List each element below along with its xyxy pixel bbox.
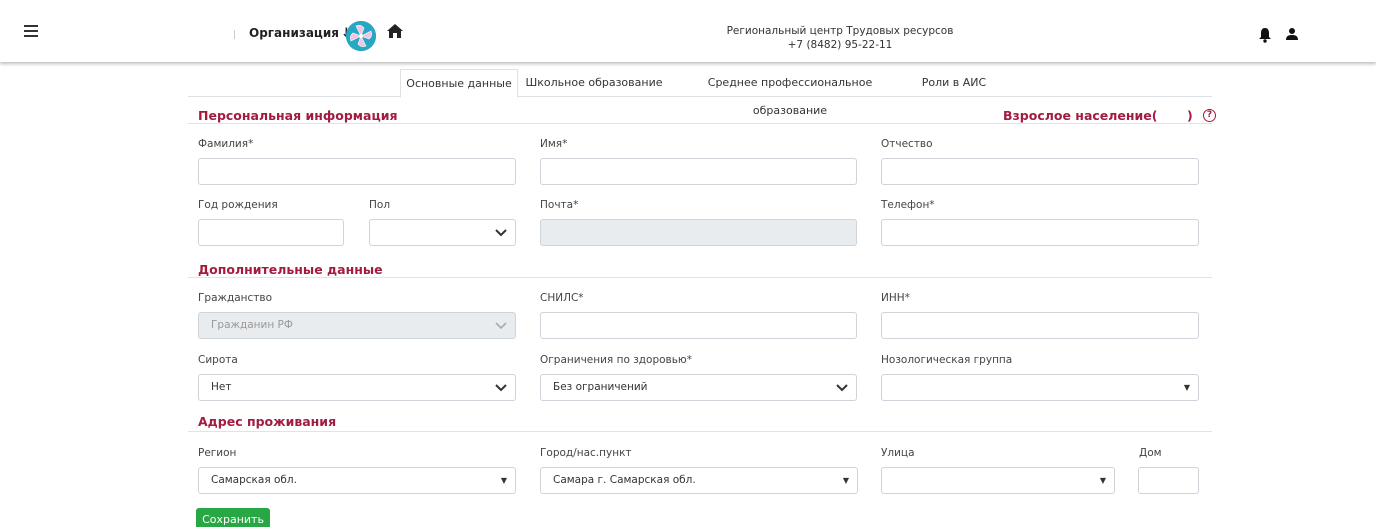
user-icon[interactable]: [1286, 27, 1298, 41]
health-select[interactable]: Без ограничений: [540, 374, 857, 401]
birth-year-label: Год рождения: [198, 199, 278, 211]
first-name-input[interactable]: [540, 158, 857, 185]
street-label: Улица: [881, 447, 915, 459]
save-button[interactable]: Сохранить: [196, 508, 270, 527]
street-select[interactable]: ▼: [881, 467, 1115, 494]
birth-year-input[interactable]: [198, 219, 344, 246]
nosology-select[interactable]: ▼: [881, 374, 1199, 401]
phone-input[interactable]: [881, 219, 1199, 246]
caret-down-icon: ▼: [842, 476, 849, 485]
middle-name-label: Отчество: [881, 138, 933, 150]
tab-school-education[interactable]: Школьное образование: [524, 69, 664, 97]
email-label: Почта*: [540, 199, 579, 211]
citizenship-select[interactable]: Гражданин РФ: [198, 312, 516, 339]
help-icon[interactable]: ?: [1203, 109, 1216, 122]
city-select[interactable]: Самара г. Самарская обл. ▼: [540, 467, 858, 494]
caret-down-icon: ▼: [500, 476, 507, 485]
home-icon[interactable]: [386, 23, 404, 39]
health-value: Без ограничений: [553, 381, 648, 393]
logo-icon[interactable]: [346, 21, 376, 51]
inn-label: ИНН*: [881, 292, 910, 304]
snils-label: СНИЛС*: [540, 292, 584, 304]
email-input[interactable]: [540, 219, 857, 246]
house-input[interactable]: [1138, 467, 1199, 494]
gender-select[interactable]: [369, 219, 516, 246]
organization-label: Организация: [249, 26, 339, 40]
middle-name-input[interactable]: [881, 158, 1199, 185]
first-name-label: Имя*: [540, 138, 568, 150]
menu-icon[interactable]: [24, 25, 38, 37]
region-label: Регион: [198, 447, 237, 459]
organization-phone: +7 (8482) 95-22-11: [787, 39, 893, 51]
bell-icon[interactable]: [1258, 27, 1272, 43]
caret-down-icon: ▼: [1183, 383, 1190, 392]
nosology-label: Нозологическая группа: [881, 354, 1013, 366]
house-label: Дом: [1139, 447, 1162, 459]
top-bar: Организация↓ Региональный центр Трудовых…: [0, 0, 1376, 62]
chevron-down-icon: [495, 322, 507, 330]
orphan-label: Сирота: [198, 354, 238, 366]
inn-input[interactable]: [881, 312, 1199, 339]
chevron-down-icon: [495, 229, 507, 237]
orphan-value: Нет: [211, 381, 232, 393]
region-select[interactable]: Самарская обл. ▼: [198, 467, 516, 494]
gender-label: Пол: [369, 199, 391, 211]
region-value: Самарская обл.: [211, 474, 297, 486]
city-value: Самара г. Самарская обл.: [553, 474, 696, 486]
divider: [188, 123, 1212, 124]
organization-info: Региональный центр Трудовых ресурсов +7 …: [600, 24, 1080, 52]
phone-label: Телефон*: [881, 199, 935, 211]
tab-bar: Основные данные Школьное образование Сре…: [188, 69, 1212, 117]
chevron-down-icon: [836, 384, 848, 392]
divider: [234, 30, 235, 39]
health-label: Ограничения по здоровью*: [540, 354, 693, 366]
orphan-select[interactable]: Нет: [198, 374, 516, 401]
snils-input[interactable]: [540, 312, 857, 339]
last-name-label: Фамилия*: [198, 138, 254, 150]
citizenship-label: Гражданство: [198, 292, 273, 304]
city-label: Город/нас.пункт: [540, 447, 632, 459]
tab-vocational-education[interactable]: Среднее профессиональное образование: [674, 69, 906, 117]
population-category-close: ): [1187, 108, 1193, 123]
population-category: Взрослое население(: [1003, 108, 1158, 123]
caret-down-icon: ▼: [1099, 476, 1106, 485]
chevron-down-icon: [495, 384, 507, 392]
divider: [188, 277, 1212, 278]
section-title-personal: Персональная информация: [198, 108, 398, 123]
citizenship-value: Гражданин РФ: [211, 319, 293, 331]
divider: [188, 431, 1212, 432]
tab-basic-data[interactable]: Основные данные: [400, 69, 518, 98]
organization-name: Региональный центр Трудовых ресурсов: [726, 25, 954, 37]
organization-dropdown[interactable]: Организация↓: [249, 26, 352, 41]
tab-ais-roles[interactable]: Роли в АИС: [914, 69, 994, 97]
section-title-additional: Дополнительные данные: [198, 262, 383, 277]
section-title-address: Адрес проживания: [198, 414, 337, 429]
last-name-input[interactable]: [198, 158, 516, 185]
